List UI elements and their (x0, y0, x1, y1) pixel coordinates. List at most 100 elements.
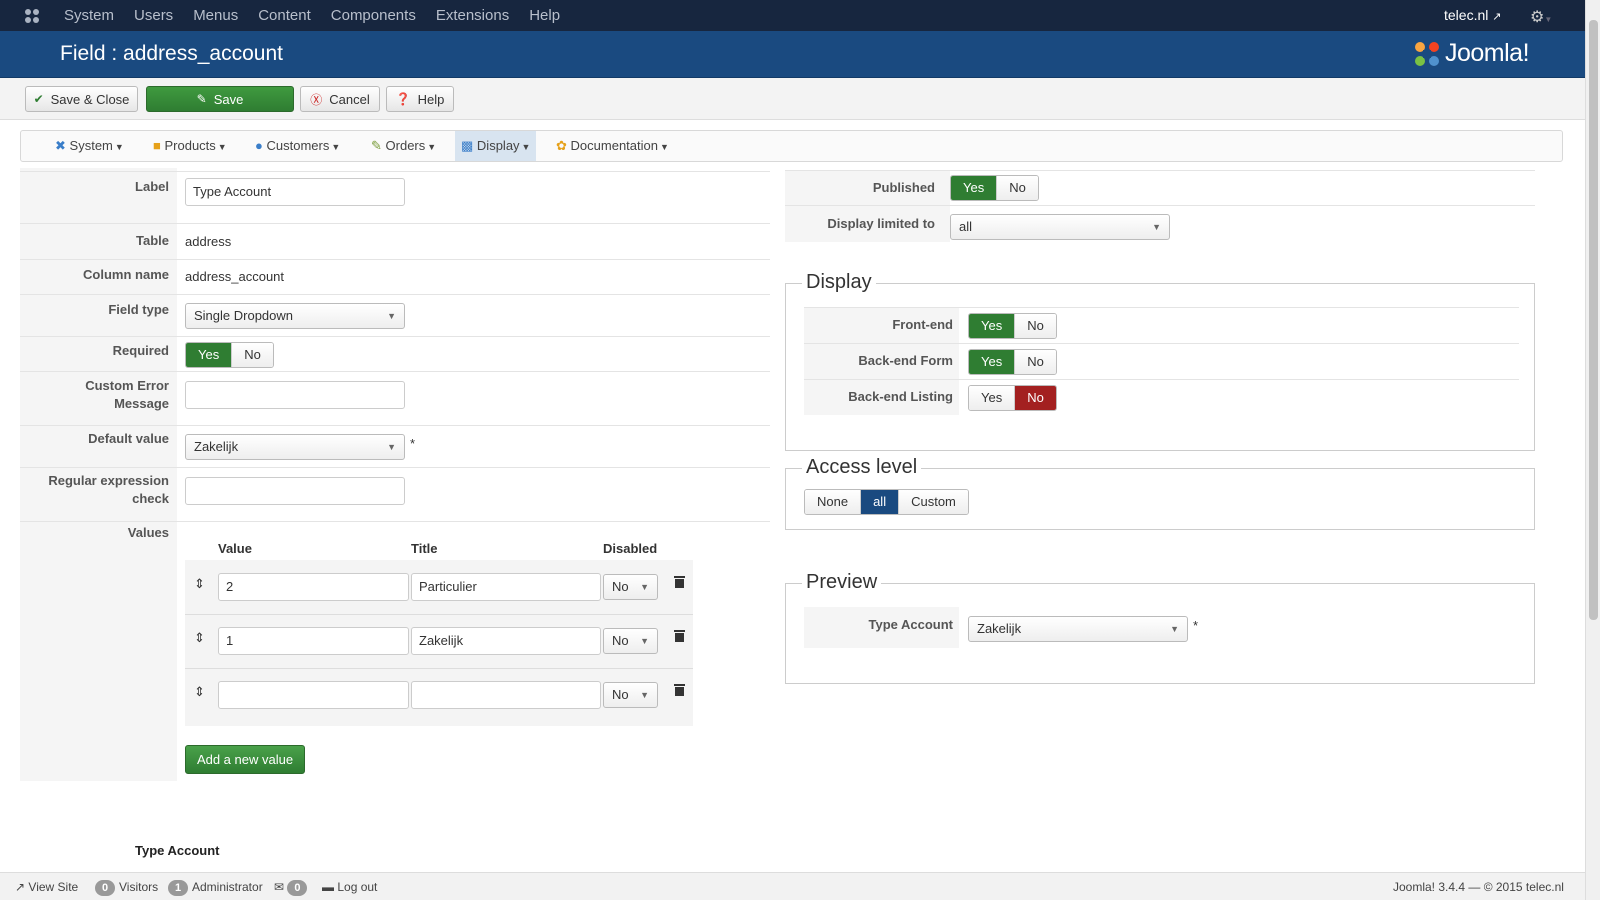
top-menu-help[interactable]: Help (529, 0, 560, 31)
required-no[interactable]: No (232, 343, 273, 367)
display-limited-select[interactable]: all ▼ (950, 214, 1170, 240)
backend-form-no[interactable]: No (1015, 350, 1056, 374)
drag-handle-icon[interactable]: ⇕ (194, 630, 205, 646)
row-divider (20, 425, 770, 426)
scrollbar-thumb[interactable] (1589, 20, 1598, 620)
submenu-products-label: Products (164, 138, 216, 153)
value-input[interactable]: 2 (218, 573, 409, 601)
custom-error-input[interactable] (185, 381, 405, 409)
required-toggle[interactable]: Yes No (185, 342, 274, 368)
submenu-system[interactable]: ✖ System ▼ (49, 131, 130, 161)
cancel-label: Cancel (329, 91, 370, 107)
preview-legend: Preview (802, 571, 882, 594)
disabled-select[interactable]: No ▼ (603, 682, 658, 708)
preview-selected: Zakelijk (977, 621, 1022, 636)
cancel-button[interactable]: Ⓧ Cancel (300, 86, 380, 112)
external-link-icon: ↗ (1492, 11, 1502, 23)
status-footer: ↗ View Site 0 Visitors 1 Administrator ✉ 0… (0, 872, 1585, 900)
top-menu-content[interactable]: Content (258, 0, 311, 31)
joomla-brand-word: Joomla! (1445, 39, 1530, 67)
custom-error-label: Custom Error Message (22, 377, 177, 413)
help-icon: ❓ (395, 92, 411, 106)
top-menu-components[interactable]: Components (331, 0, 416, 31)
folder-icon: ■ (153, 138, 161, 153)
logout-link[interactable]: ▬ Log out (322, 873, 377, 900)
top-menu-menus[interactable]: Menus (193, 0, 238, 31)
regex-label-line1: Regular expression (48, 473, 169, 488)
title-input[interactable] (411, 681, 601, 709)
access-custom[interactable]: Custom (899, 490, 968, 514)
top-menu-users[interactable]: Users (134, 0, 173, 31)
value-input[interactable]: 1 (218, 627, 409, 655)
row-divider (785, 170, 1535, 171)
values-header-value: Value (218, 541, 252, 556)
disabled-select[interactable]: No ▼ (603, 574, 658, 600)
display-limited-label: Display limited to (827, 216, 935, 231)
label-label: Label (135, 179, 169, 194)
backend-listing-no[interactable]: No (1015, 386, 1056, 410)
site-link[interactable]: telec.nl ↗ (1444, 0, 1501, 33)
add-value-button[interactable]: Add a new value (185, 745, 305, 774)
drag-handle-icon[interactable]: ⇕ (194, 576, 205, 592)
frontend-yes[interactable]: Yes (969, 314, 1016, 338)
disabled-select[interactable]: No ▼ (603, 628, 658, 654)
page-scrollbar[interactable] (1585, 0, 1600, 900)
default-value-select[interactable]: Zakelijk ▼ (185, 434, 405, 460)
values-header-title: Title (411, 541, 438, 556)
values-divider (185, 668, 693, 669)
trash-icon[interactable] (674, 629, 685, 642)
value-input[interactable] (218, 681, 409, 709)
chevron-down-icon: ▼ (387, 442, 396, 452)
backend-form-yes[interactable]: Yes (969, 350, 1016, 374)
frontend-label: Front-end (892, 317, 953, 332)
save-button[interactable]: ✎ Save (146, 86, 294, 112)
help-button[interactable]: ❓ Help (386, 86, 454, 112)
save-close-button[interactable]: ✔ Save & Close (25, 86, 138, 112)
preview-type-account-label: Type Account (868, 617, 953, 632)
drag-handle-icon[interactable]: ⇕ (194, 684, 205, 700)
backend-form-toggle[interactable]: Yes No (968, 349, 1057, 375)
backend-listing-yes[interactable]: Yes (969, 386, 1016, 410)
documentation-icon: ✿ (556, 138, 567, 153)
label-input[interactable]: Type Account (185, 178, 405, 206)
visitors-status: 0 Visitors (95, 873, 158, 900)
backend-listing-label: Back-end Listing (848, 389, 953, 404)
table-label: Table (136, 233, 169, 248)
chevron-down-icon: ▼ (640, 690, 649, 700)
required-label: Required (112, 343, 169, 358)
save-close-label: Save & Close (50, 91, 130, 107)
access-all[interactable]: all (861, 490, 900, 514)
title-input[interactable]: Zakelijk (411, 627, 601, 655)
submenu-display[interactable]: ▩ Display ▼ (455, 131, 537, 161)
regex-input[interactable] (185, 477, 405, 505)
submenu-customers[interactable]: ● Customers ▼ (249, 131, 346, 161)
default-value-selected: Zakelijk (194, 439, 239, 454)
gear-icon[interactable]: ⚙▼ (1530, 7, 1552, 27)
submenu-products[interactable]: ■ Products ▼ (147, 131, 233, 161)
default-value-label: Default value (88, 431, 169, 446)
title-input[interactable]: Particulier (411, 573, 601, 601)
check-icon: ✔ (33, 92, 44, 106)
published-no[interactable]: No (997, 176, 1038, 200)
version-text: Joomla! 3.4.4 — © 2015 telec.nl (1393, 880, 1564, 894)
joomla-brand-icon (1415, 41, 1439, 66)
messages-status[interactable]: ✉ 0 (274, 873, 311, 900)
trash-icon[interactable] (674, 575, 685, 588)
required-yes[interactable]: Yes (186, 343, 233, 367)
trash-icon[interactable] (674, 683, 685, 696)
joomla-logo-icon[interactable] (24, 8, 40, 24)
view-site-link[interactable]: ↗ View Site (15, 873, 78, 900)
field-type-select[interactable]: Single Dropdown ▼ (185, 303, 405, 329)
backend-listing-toggle[interactable]: Yes No (968, 385, 1057, 411)
frontend-toggle[interactable]: Yes No (968, 313, 1057, 339)
top-menu-extensions[interactable]: Extensions (436, 0, 509, 31)
submenu-documentation[interactable]: ✿ Documentation ▼ (550, 131, 675, 161)
access-level-toggle[interactable]: None all Custom (804, 489, 969, 515)
frontend-no[interactable]: No (1015, 314, 1056, 338)
published-yes[interactable]: Yes (951, 176, 998, 200)
top-menu-system[interactable]: System (64, 0, 114, 31)
access-none[interactable]: None (805, 490, 862, 514)
published-toggle[interactable]: Yes No (950, 175, 1039, 201)
preview-type-account-select[interactable]: Zakelijk ▼ (968, 616, 1188, 642)
submenu-orders[interactable]: ✎ Orders ▼ (365, 131, 442, 161)
